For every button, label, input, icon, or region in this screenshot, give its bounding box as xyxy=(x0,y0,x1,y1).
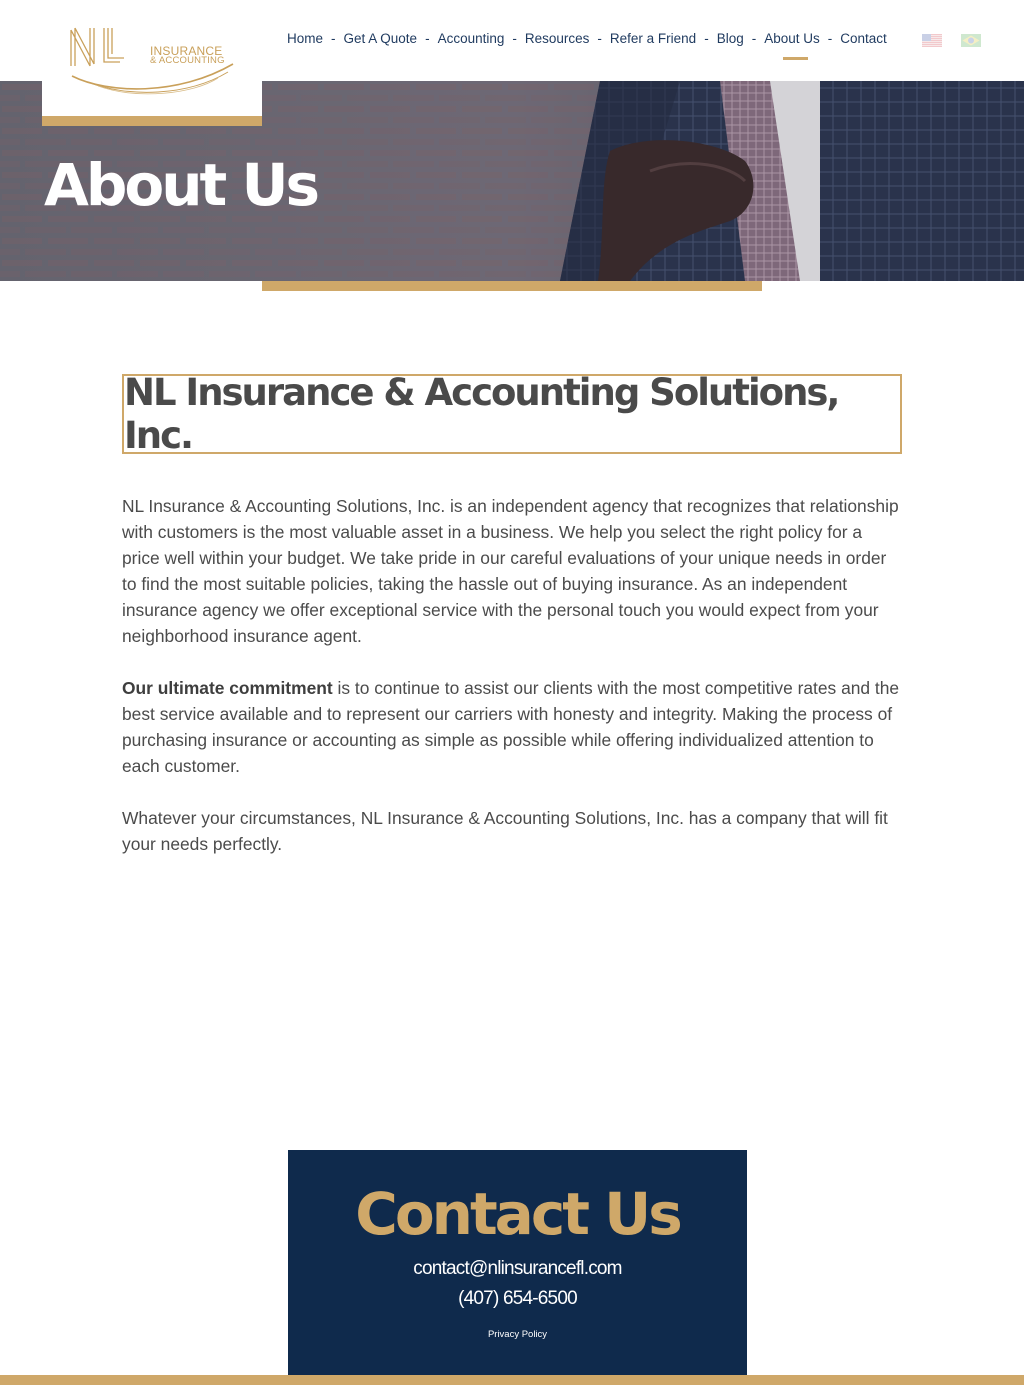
nav-separator: - xyxy=(425,31,430,46)
logo-accent-bar xyxy=(42,116,262,126)
closing-paragraph: Whatever your circumstances, NL Insuranc… xyxy=(122,808,888,854)
nav-get-a-quote[interactable]: Get A Quote xyxy=(344,31,418,46)
nav-contact[interactable]: Contact xyxy=(840,31,887,46)
nav-about-us[interactable]: About Us xyxy=(764,31,820,60)
nav-separator: - xyxy=(512,31,517,46)
page-title: About Us xyxy=(44,151,320,219)
main-nav: Home - Get A Quote - Accounting - Resources… xyxy=(287,31,887,60)
contact-title: Contact Us xyxy=(355,1180,683,1248)
nav-separator: - xyxy=(827,31,833,46)
company-heading-box: NL Insurance & Accounting Solutions, Inc… xyxy=(122,371,902,457)
privacy-policy-link[interactable]: Privacy Policy xyxy=(288,1329,747,1340)
intro-paragraph: NL Insurance & Accounting Solutions, Inc… xyxy=(122,496,899,646)
company-heading: NL Insurance & Accounting Solutions, Inc… xyxy=(124,371,841,457)
nav-separator: - xyxy=(597,31,602,46)
brazil-flag-icon[interactable] xyxy=(961,34,981,47)
nav-separator: - xyxy=(751,31,757,46)
commitment-paragraph: Our ultimate commitment is to continue t… xyxy=(122,675,902,779)
contact-section: Contact Us contact@nlinsurancefl.com (40… xyxy=(288,1150,747,1375)
nav-home[interactable]: Home xyxy=(287,31,323,46)
hero-accent-bar xyxy=(262,281,762,291)
us-flag-icon[interactable] xyxy=(922,34,942,47)
commitment-bold: Our ultimate commitment xyxy=(122,678,333,698)
footer-accent-bar xyxy=(0,1375,1024,1385)
logo-wordmark: INSURANCE & ACCOUNTING xyxy=(150,45,225,66)
nav-refer-a-friend[interactable]: Refer a Friend xyxy=(610,31,696,46)
nav-blog[interactable]: Blog xyxy=(717,31,744,46)
contact-email-link[interactable]: contact@nlinsurancefl.com xyxy=(288,1258,747,1280)
nav-accounting[interactable]: Accounting xyxy=(438,31,505,46)
contact-phone-link[interactable]: (407) 654-6500 xyxy=(288,1288,747,1310)
nav-resources[interactable]: Resources xyxy=(525,31,590,46)
logo-line-2: & ACCOUNTING xyxy=(150,55,225,66)
logo[interactable]: INSURANCE & ACCOUNTING xyxy=(42,0,262,126)
nav-separator: - xyxy=(331,31,336,46)
nav-separator: - xyxy=(704,31,709,46)
